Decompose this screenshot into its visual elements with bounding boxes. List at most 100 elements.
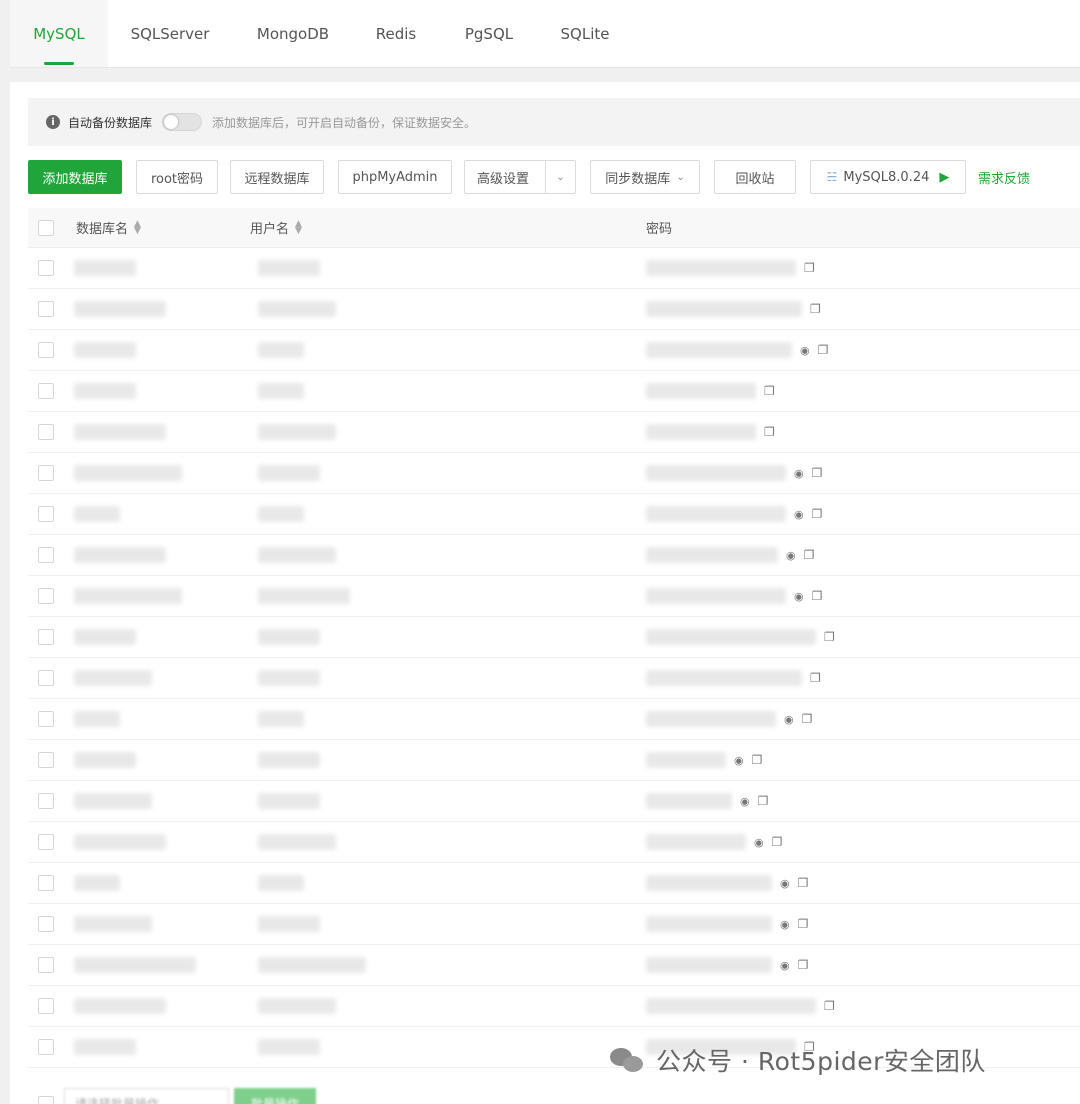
redacted-password xyxy=(646,465,786,481)
tab-pgsql[interactable]: PgSQL xyxy=(438,0,540,67)
password-cell: ◉ ❐ xyxy=(646,453,822,493)
row-checkbox[interactable] xyxy=(38,547,54,563)
db-name-cell xyxy=(74,371,136,411)
copy-icon[interactable]: ❐ xyxy=(810,302,821,316)
row-checkbox[interactable] xyxy=(38,260,54,276)
batch-button-label: 批量操作 xyxy=(250,1096,299,1104)
db-name-cell xyxy=(74,289,166,329)
mysql-version-button[interactable]: ☵ MySQL8.0.24 ▶ xyxy=(810,160,966,194)
copy-icon[interactable]: ❐ xyxy=(802,712,813,726)
column-db-name[interactable]: 数据库名 ▲ ▼ xyxy=(76,208,141,247)
batch-operation-select[interactable]: 请选择批量操作 xyxy=(64,1088,229,1104)
tab-mysql[interactable]: MySQL xyxy=(10,0,108,67)
row-checkbox[interactable] xyxy=(38,424,54,440)
row-checkbox[interactable] xyxy=(38,588,54,604)
copy-icon[interactable]: ❐ xyxy=(798,876,809,890)
eye-icon[interactable]: ◉ xyxy=(784,713,794,726)
remote-database-button[interactable]: 远程数据库 xyxy=(230,160,324,194)
row-checkbox[interactable] xyxy=(38,916,54,932)
tab-sqlserver[interactable]: SQLServer xyxy=(108,0,232,67)
database-panel: i 自动备份数据库 添加数据库后，可开启自动备份，保证数据安全。 添加数据库 r… xyxy=(10,82,1080,1104)
username-cell xyxy=(258,781,320,821)
row-checkbox[interactable] xyxy=(38,383,54,399)
advanced-settings-button[interactable]: 高级设置 ⌄ xyxy=(464,160,576,194)
row-checkbox[interactable] xyxy=(38,1039,54,1055)
username-cell xyxy=(258,699,304,739)
root-password-button[interactable]: root密码 xyxy=(136,160,218,194)
copy-icon[interactable]: ❐ xyxy=(752,753,763,767)
row-checkbox[interactable] xyxy=(38,711,54,727)
copy-icon[interactable]: ❐ xyxy=(764,384,775,398)
eye-icon[interactable]: ◉ xyxy=(740,795,750,808)
copy-icon[interactable]: ❐ xyxy=(798,917,809,931)
copy-icon[interactable]: ❐ xyxy=(812,466,823,480)
copy-icon[interactable]: ❐ xyxy=(824,999,835,1013)
copy-icon[interactable]: ❐ xyxy=(812,507,823,521)
eye-icon[interactable]: ◉ xyxy=(786,549,796,562)
copy-icon[interactable]: ❐ xyxy=(804,261,815,275)
redacted-username xyxy=(258,916,320,932)
table-row: ◉ ❐ xyxy=(28,576,1080,617)
row-checkbox[interactable] xyxy=(38,957,54,973)
username-cell xyxy=(258,576,350,616)
eye-icon[interactable]: ◉ xyxy=(794,590,804,603)
row-checkbox[interactable] xyxy=(38,465,54,481)
recycle-bin-button[interactable]: 回收站 xyxy=(714,160,796,194)
add-database-button[interactable]: 添加数据库 xyxy=(28,160,122,194)
batch-select-checkbox[interactable] xyxy=(38,1096,54,1104)
chevron-down-icon[interactable]: ⌄ xyxy=(545,161,575,193)
feedback-link[interactable]: 需求反馈 xyxy=(978,160,1030,194)
password-cell: ❐ xyxy=(646,371,775,411)
eye-icon[interactable]: ◉ xyxy=(754,836,764,849)
copy-icon[interactable]: ❐ xyxy=(804,548,815,562)
row-checkbox[interactable] xyxy=(38,629,54,645)
eye-icon[interactable]: ◉ xyxy=(800,344,810,357)
eye-icon[interactable]: ◉ xyxy=(734,754,744,767)
copy-icon[interactable]: ❐ xyxy=(818,343,829,357)
copy-icon[interactable]: ❐ xyxy=(764,425,775,439)
eye-icon[interactable]: ◉ xyxy=(780,918,790,931)
row-checkbox[interactable] xyxy=(38,670,54,686)
db-name-cell xyxy=(74,658,152,698)
copy-icon[interactable]: ❐ xyxy=(812,589,823,603)
tab-mongodb[interactable]: MongoDB xyxy=(232,0,354,67)
tab-label: Redis xyxy=(375,24,417,43)
tab-sqlite[interactable]: SQLite xyxy=(540,0,630,67)
username-cell xyxy=(258,1027,320,1067)
eye-icon[interactable]: ◉ xyxy=(794,467,804,480)
copy-icon[interactable]: ❐ xyxy=(810,671,821,685)
username-cell xyxy=(258,412,336,452)
eye-icon[interactable]: ◉ xyxy=(780,959,790,972)
select-all-checkbox[interactable] xyxy=(38,219,54,236)
row-checkbox[interactable] xyxy=(38,506,54,522)
row-checkbox[interactable] xyxy=(38,342,54,358)
tab-label: PgSQL xyxy=(464,24,514,43)
redacted-username xyxy=(258,752,320,768)
row-checkbox[interactable] xyxy=(38,998,54,1014)
eye-icon[interactable]: ◉ xyxy=(780,877,790,890)
sort-icon: ▲ ▼ xyxy=(295,218,302,236)
sync-database-button[interactable]: 同步数据库 ⌄ xyxy=(590,160,700,194)
row-select-cell xyxy=(38,494,54,534)
copy-icon[interactable]: ❐ xyxy=(772,835,783,849)
row-select-cell xyxy=(38,453,54,493)
row-checkbox[interactable] xyxy=(38,752,54,768)
copy-icon[interactable]: ❐ xyxy=(798,958,809,972)
row-checkbox[interactable] xyxy=(38,834,54,850)
copy-icon[interactable]: ❐ xyxy=(824,630,835,644)
row-checkbox[interactable] xyxy=(38,875,54,891)
phpmyadmin-button[interactable]: phpMyAdmin xyxy=(338,160,452,194)
auto-backup-toggle[interactable] xyxy=(162,113,203,131)
table-row: ❐ xyxy=(28,617,1080,658)
auto-backup-hint: 添加数据库后，可开启自动备份，保证数据安全。 xyxy=(212,115,477,130)
tab-redis[interactable]: Redis xyxy=(354,0,438,67)
copy-icon[interactable]: ❐ xyxy=(758,794,769,808)
table-row: ◉ ❐ xyxy=(28,330,1080,371)
eye-icon[interactable]: ◉ xyxy=(794,508,804,521)
table-row: ❐ xyxy=(28,986,1080,1027)
row-checkbox[interactable] xyxy=(38,793,54,809)
column-username[interactable]: 用户名 ▲ ▼ xyxy=(250,208,302,247)
row-checkbox[interactable] xyxy=(38,301,54,317)
sync-database-label: 同步数据库 xyxy=(605,171,671,187)
batch-operation-button[interactable]: 批量操作 xyxy=(234,1088,316,1104)
